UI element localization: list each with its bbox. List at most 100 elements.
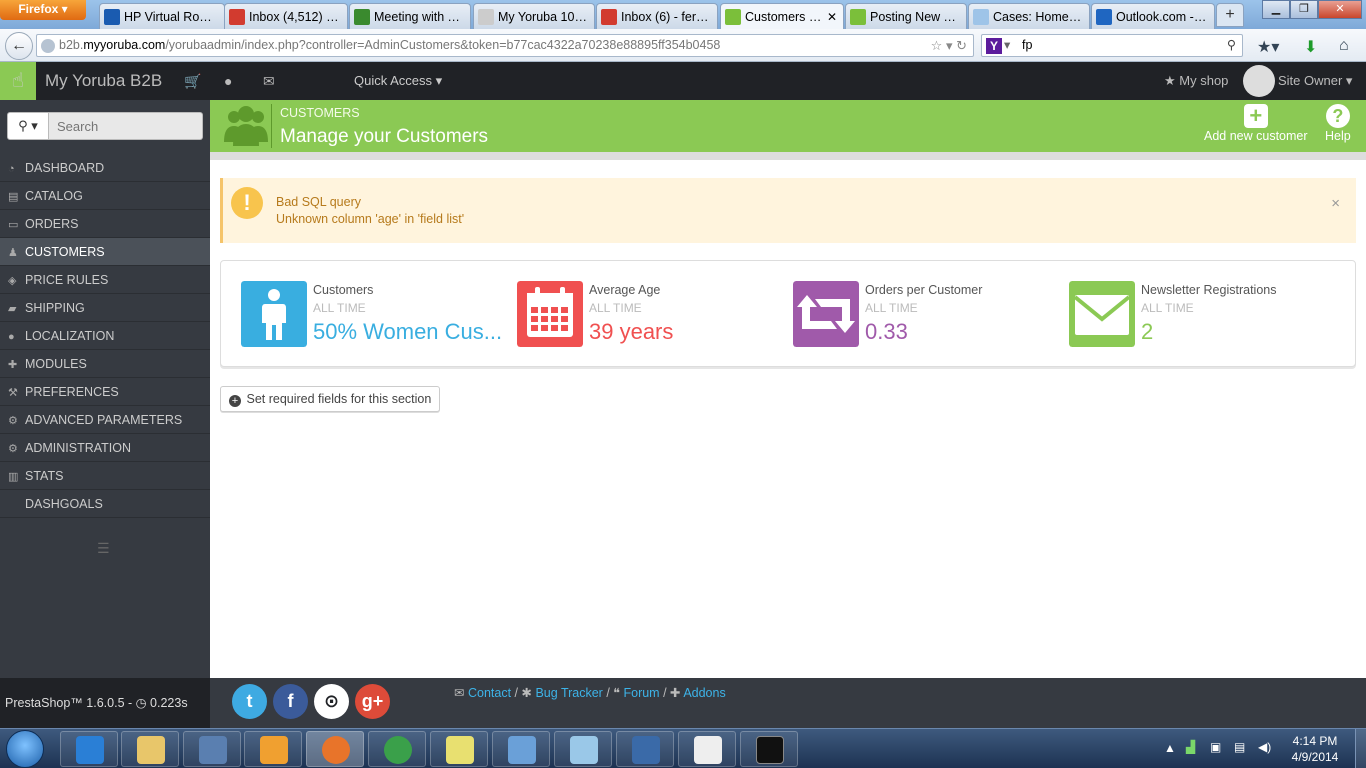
command-prompt-icon [756, 736, 784, 764]
add-new-customer-button[interactable]: + Add new customer [1204, 104, 1308, 144]
taskbar-sticky-notes[interactable] [430, 731, 488, 767]
sidebar-item-price-rules[interactable]: ◈ PRICE RULES [0, 266, 210, 294]
yahoo-icon[interactable]: Y [986, 38, 1002, 54]
browser-tab[interactable]: Outlook.com - f... [1091, 3, 1215, 29]
sidebar-item-modules[interactable]: ✚ MODULES [0, 350, 210, 378]
sidebar-item-advanced-parameters[interactable]: ⚙ ADVANCED PARAMETERS [0, 406, 210, 434]
taskbar-explorer[interactable] [121, 731, 179, 767]
taskbar-clock[interactable]: 4:14 PM 4/9/2014 [1286, 733, 1344, 765]
browser-tab[interactable]: Customers • ... ✕ [720, 3, 844, 30]
dashboard-icon: ◔ [8, 163, 15, 175]
user-icon[interactable]: ● [224, 73, 232, 89]
taskbar-command-prompt[interactable] [740, 731, 798, 767]
taskbar-media-player[interactable] [244, 731, 302, 767]
kpi-average-age[interactable]: Average Age ALL TIME 39 years [517, 281, 789, 347]
avatar[interactable] [1243, 65, 1275, 97]
footer-links-area: t f ⊙ g+ ✉ Contact / ✱ Bug Tracker / ❝ F… [210, 678, 1366, 728]
kpi-customers[interactable]: Customers ALL TIME 50% Women Cus... [241, 281, 513, 347]
sidebar-item-dashgoals[interactable]: DASHGOALS [0, 490, 210, 518]
sidebar-item-administration[interactable]: ⚙ ADMINISTRATION [0, 434, 210, 462]
home-icon[interactable]: ⌂ [1339, 37, 1349, 55]
alert-close-icon[interactable]: × [1331, 195, 1340, 212]
bookmarks-menu-icon[interactable]: ★▾ [1257, 37, 1279, 57]
user-menu[interactable]: Site Owner ▾ [1278, 62, 1352, 100]
prestashop-logo-icon[interactable]: ☝ [0, 62, 36, 100]
address-bar[interactable]: b2b.myyoruba.com/yorubaadmin/index.php?c… [36, 34, 974, 57]
taskbar-chrome[interactable] [368, 731, 426, 767]
taskbar-remote-tool[interactable] [183, 731, 241, 767]
network-tool-icon [199, 736, 227, 764]
window-icon [694, 736, 722, 764]
control-panel-icon [508, 736, 536, 764]
kpi-orders-per-customer[interactable]: Orders per Customer ALL TIME 0.33 [793, 281, 1065, 347]
sidebar-item-label: DASHBOARD [25, 161, 105, 175]
browser-tab[interactable]: Posting New To... [845, 3, 967, 29]
browser-tab[interactable]: Inbox (6) - ferna... [596, 3, 718, 29]
search-input[interactable] [49, 112, 203, 140]
tray-expand-icon[interactable]: ▲ [1164, 741, 1176, 755]
minimize-button[interactable]: ▁ [1262, 0, 1290, 19]
taskbar-internet-explorer[interactable] [60, 731, 118, 767]
browser-tab[interactable]: My Yoruba 101 | ... [473, 3, 595, 29]
bug-tracker-link[interactable]: ✱ Bug Tracker [521, 686, 602, 700]
taskbar-control-panel[interactable] [492, 731, 550, 767]
new-tab-button[interactable]: + [1216, 3, 1244, 27]
taskbar-remote-desktop[interactable] [616, 731, 674, 767]
help-button[interactable]: ? Help [1325, 104, 1351, 143]
browser-tab[interactable]: Meeting with Yo... [349, 3, 471, 29]
bookmark-star-icon[interactable]: ☆ [931, 38, 943, 53]
kpi-newsletter-registrations[interactable]: Newsletter Registrations ALL TIME 2 [1069, 281, 1341, 347]
envelope-icon[interactable]: ✉ [263, 73, 275, 90]
collapse-menu-icon[interactable]: ☰ [97, 540, 110, 557]
google-plus-icon[interactable]: g+ [355, 684, 390, 719]
my-shop-link[interactable]: ★ My shop [1164, 62, 1228, 100]
close-tab-icon[interactable]: ✕ [827, 10, 837, 24]
signal-icon[interactable]: ▟ [1186, 740, 1195, 754]
network-icon[interactable]: ▤ [1234, 740, 1245, 754]
browser-tab[interactable]: HP Virtual Rooms [99, 3, 225, 29]
sidebar-item-dashboard[interactable]: ◔ DASHBOARD [0, 154, 210, 182]
search-engine-dropdown-icon[interactable]: ▾ [1004, 35, 1010, 56]
addons-link[interactable]: ✚ Addons [670, 686, 726, 700]
firefox-menu-button[interactable]: Firefox ▾ [0, 0, 86, 20]
maximize-button[interactable]: ❐ [1290, 0, 1318, 19]
sidebar-item-customers[interactable]: ♟ CUSTOMERS [0, 238, 210, 266]
window-close-button[interactable]: ✕ [1318, 0, 1362, 19]
browser-tab[interactable]: Inbox (4,512) - f... [224, 3, 348, 29]
sidebar-item-preferences[interactable]: ⚒ PREFERENCES [0, 378, 210, 406]
history-dropdown-icon[interactable]: ▾ [946, 38, 953, 53]
back-button[interactable]: ← [5, 32, 33, 60]
browser-tab[interactable]: Cases: Home ~ ... [968, 3, 1090, 29]
reload-icon[interactable]: ↻ [956, 38, 967, 53]
sidebar-item-orders[interactable]: ▭ ORDERS [0, 210, 210, 238]
github-icon[interactable]: ⊙ [314, 684, 349, 719]
downloads-icon[interactable]: ⬇ [1304, 37, 1317, 57]
cart-icon[interactable]: 🛒 [184, 73, 201, 90]
chrome-icon [384, 736, 412, 764]
site-identity-icon[interactable] [41, 39, 55, 53]
facebook-icon[interactable]: f [273, 684, 308, 719]
search-bar[interactable]: Y ▾ fp ⚲ [981, 34, 1243, 57]
sidebar-item-shipping[interactable]: ▰ SHIPPING [0, 294, 210, 322]
show-desktop-button[interactable] [1355, 729, 1366, 768]
taskbar-terminal-window[interactable] [678, 731, 736, 767]
breadcrumb[interactable]: CUSTOMERS [280, 106, 360, 120]
search-type-dropdown[interactable]: ⚲ ▾ [7, 112, 49, 140]
sidebar-item-stats[interactable]: ▥ STATS [0, 462, 210, 490]
search-icon[interactable]: ⚲ [1227, 35, 1236, 56]
set-required-fields-button[interactable]: + Set required fields for this section [220, 386, 440, 412]
forum-link[interactable]: ❝ Forum [613, 686, 659, 700]
start-button[interactable] [6, 730, 44, 768]
sidebar-item-localization[interactable]: ● LOCALIZATION [0, 322, 210, 350]
volume-icon[interactable]: ◀) [1258, 740, 1271, 754]
taskbar-notepad[interactable] [554, 731, 612, 767]
quick-access-dropdown[interactable]: Quick Access ▾ [354, 62, 442, 100]
windows-taskbar: ▲ ▟ ▣ ▤ ◀) 4:14 PM 4/9/2014 [0, 728, 1366, 768]
twitter-icon[interactable]: t [232, 684, 267, 719]
taskbar-firefox[interactable] [306, 731, 364, 767]
comments-icon: ❝ [613, 686, 620, 700]
sidebar-item-catalog[interactable]: ▤ CATALOG [0, 182, 210, 210]
contact-link[interactable]: ✉ Contact [454, 686, 511, 700]
shop-name[interactable]: My Yoruba B2B [45, 62, 162, 100]
device-icon[interactable]: ▣ [1210, 740, 1221, 754]
